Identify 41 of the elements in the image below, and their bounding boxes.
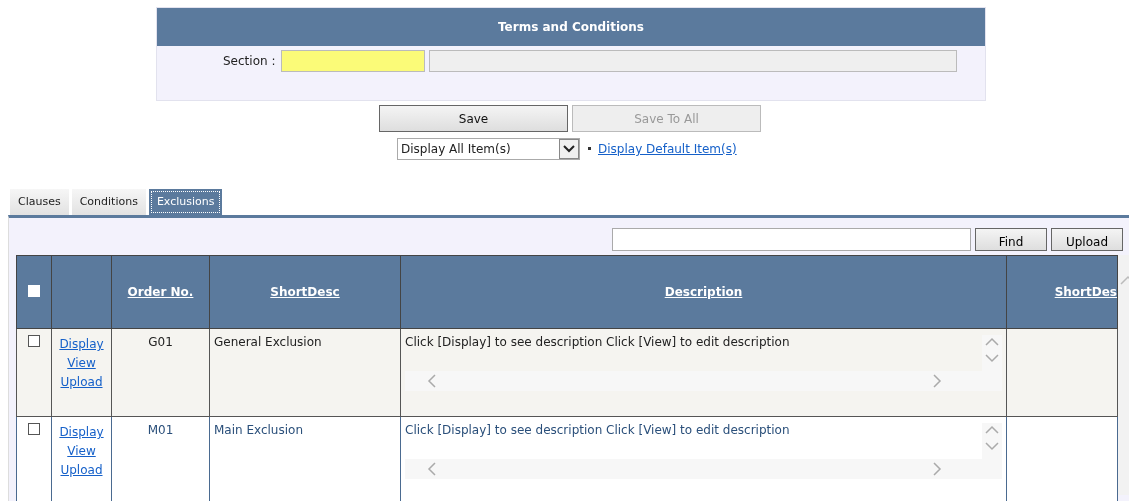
column-header-link[interactable]: Order No. [127,285,194,299]
search-button[interactable]: Find [975,228,1047,251]
horizontal-scrollbar[interactable] [405,371,982,391]
tab[interactable]: Conditions [71,189,146,215]
display-default-link[interactable]: Display Default Item(s) [598,142,737,156]
row-link[interactable]: View [54,442,109,461]
description-text: Click [Display] to see description Click [View] to edit description [405,423,791,439]
scroll-down-icon[interactable] [985,353,999,363]
tab[interactable]: Clauses [10,189,69,215]
display-select[interactable]: Display All Item(s) [397,138,580,160]
tab[interactable]: Exclusions [148,189,223,215]
order-number: G01 [148,335,173,349]
scroll-down-icon[interactable] [985,441,999,451]
column-header-link[interactable]: ShortDesc [270,285,340,299]
short-description: Main Exclusion [214,423,303,437]
section-name-field[interactable] [429,50,958,72]
section-code-field[interactable] [281,50,426,72]
description-text: Click [Display] to see description Click [View] to edit description [405,335,791,351]
save-button[interactable]: Save [379,105,568,132]
select-all-checkbox[interactable] [28,284,40,297]
row-link[interactable]: Upload [54,461,109,480]
row-checkbox[interactable] [28,423,40,435]
section-label: Section : [223,54,276,68]
scroll-left-icon[interactable] [427,462,437,476]
order-number: M01 [147,423,174,437]
row-link[interactable]: Display [54,335,109,354]
scroll-right-icon[interactable] [932,462,942,476]
column-header-link[interactable]: Description [664,285,743,299]
short-description: General Exclusion [214,335,322,349]
row-checkbox[interactable] [28,335,40,347]
horizontal-scrollbar[interactable] [405,459,982,479]
row-link[interactable]: View [54,354,109,373]
scroll-left-icon[interactable] [427,374,437,388]
scroll-right-icon[interactable] [932,374,942,388]
bullet-icon [588,147,592,151]
column-header-link[interactable]: ShortDes [1054,285,1117,299]
row-link[interactable]: Display [54,423,109,442]
search-button[interactable]: Upload [1051,228,1123,251]
search-field[interactable] [612,228,971,251]
row-link[interactable]: Upload [54,373,109,392]
panel-title: Terms and Conditions [157,8,985,46]
